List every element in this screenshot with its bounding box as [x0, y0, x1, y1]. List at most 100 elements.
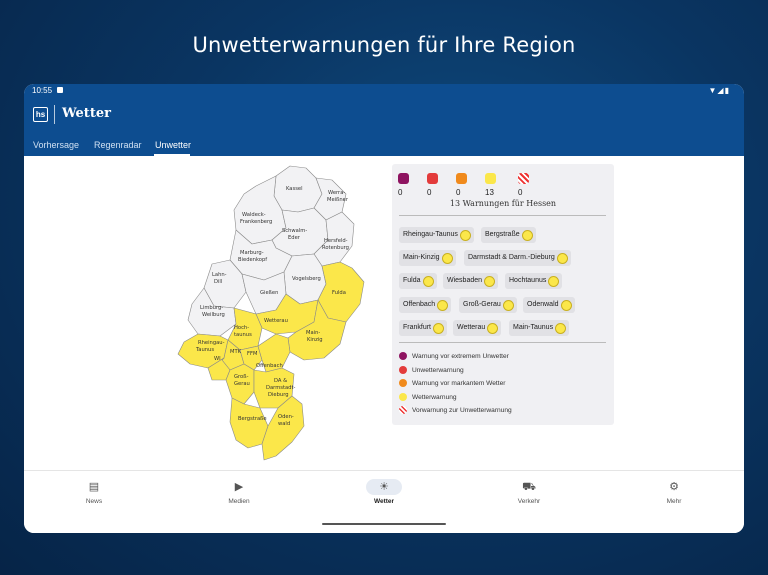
warning-dot-icon: [521, 230, 533, 241]
legend-label: Wetterwarnung: [412, 394, 457, 401]
tablet-screen: 10:55 ▼◢▮ hs Wetter Vorhersage Regenrada…: [24, 84, 744, 533]
warning-dot-icon: [441, 253, 453, 264]
legend-label: Warnung vor markantem Wetter: [412, 380, 506, 387]
warning-dot-icon: [487, 323, 499, 334]
label-gerau: Gerau: [234, 381, 250, 387]
label-dill: Dill: [214, 279, 222, 285]
nav-wetter-label: Wetter: [373, 498, 395, 505]
app-title: Wetter: [62, 106, 111, 121]
tab-unwetter[interactable]: Unwetter: [155, 140, 191, 150]
label-wetterau: Wetterau: [264, 318, 288, 324]
chip-main-taunus[interactable]: Main-Taunus: [509, 320, 570, 336]
chip-offenbach[interactable]: Offenbach: [399, 297, 452, 313]
label-ffm: FFM: [247, 351, 257, 357]
warning-dot-icon: [437, 300, 449, 311]
nav-medien-label: Medien: [228, 498, 250, 505]
legend-markant: Warnung vor markantem Wetter: [399, 379, 505, 389]
chip-wetterau[interactable]: Wetterau: [453, 320, 502, 336]
label-waldeck: Waldeck-: [242, 212, 266, 218]
chip-rheingau-taunus[interactable]: Rheingau-Taunus: [399, 227, 474, 243]
tab-regenradar[interactable]: Regenradar: [94, 140, 142, 150]
label-main: Main-: [306, 330, 320, 336]
count-wetter[interactable]: 13: [485, 172, 500, 197]
label-limburg: Limburg-: [200, 305, 223, 311]
label-giessen: Gießen: [260, 290, 278, 296]
label-hoch: Hoch-: [234, 325, 249, 331]
chip-label: Main-Kinzig: [403, 254, 440, 261]
legend-label: Vorwarnung zur Unwetterwarnung: [412, 407, 512, 414]
chip-fulda[interactable]: Fulda: [399, 273, 437, 289]
label-mtk: MTK: [230, 349, 242, 355]
label-eder: Eder: [288, 235, 301, 241]
label-da: DA &: [274, 378, 287, 384]
app-bar: hs Wetter Vorhersage Regenradar Unwetter: [24, 98, 744, 156]
warning-dot-icon: [556, 253, 568, 264]
chip-label: Wiesbaden: [447, 277, 483, 284]
count-vorwarnung[interactable]: 0: [518, 172, 533, 197]
notification-icon: [57, 87, 63, 93]
label-wi: WI: [214, 356, 221, 362]
chip-label: Hochtaunus: [509, 277, 547, 284]
hessen-warning-map[interactable]: Kassel Waldeck- Frankenberg Werra- Meißn…: [164, 164, 389, 469]
nav-news[interactable]: ▤ News: [54, 479, 134, 505]
nav-medien[interactable]: ▶ Medien: [199, 479, 279, 505]
chip-label: Odenwald: [527, 301, 559, 308]
label-bergstrasse: Bergstraße: [238, 416, 267, 422]
nav-verkehr[interactable]: ⛟ Verkehr: [489, 479, 569, 505]
tab-vorhersage[interactable]: Vorhersage: [33, 140, 79, 150]
legend-dot-icon: [399, 366, 407, 375]
nav-mehr[interactable]: ⚙ Mehr: [634, 479, 714, 505]
chip-label: Main-Taunus: [513, 324, 554, 331]
count-unwetter[interactable]: 0: [427, 172, 442, 197]
label-taunus: taunus: [234, 332, 252, 338]
count-unwetter-value: 0: [427, 188, 432, 197]
chip-main-kinzig[interactable]: Main-Kinzig: [399, 250, 456, 266]
label-lahn: Lahn-: [212, 272, 227, 278]
count-markant[interactable]: 0: [456, 172, 471, 197]
label-vogelsberg: Vogelsberg: [292, 276, 321, 282]
gesture-home-bar[interactable]: [322, 523, 446, 525]
tab-bar: Vorhersage Regenradar Unwetter: [24, 136, 744, 156]
warning-panel: 0 0 0 13 0 13 Warnungen für Hessen Rhein…: [392, 164, 614, 425]
chip-bergstrasse[interactable]: Bergstraße: [481, 227, 536, 243]
weather-icon: ☀: [366, 479, 402, 495]
label-rheingau-taunus: Taunus: [195, 347, 214, 353]
chip-label: Rheingau-Taunus: [403, 231, 458, 238]
nav-verkehr-label: Verkehr: [517, 498, 541, 505]
chip-wiesbaden[interactable]: Wiesbaden: [443, 273, 499, 289]
label-meissner: Meißner: [327, 197, 349, 203]
chip-label: Wetterau: [457, 324, 486, 331]
count-extreme-value: 0: [398, 188, 403, 197]
legend-hatch-icon: [399, 406, 407, 415]
label-werra: Werra-: [328, 190, 345, 196]
unwetter-swatch: [427, 173, 438, 185]
legend-dot-icon: [399, 379, 407, 388]
label-darmstadt: Darmstadt-: [266, 385, 296, 391]
chip-frankfurt[interactable]: Frankfurt: [399, 320, 448, 336]
chip-gross-gerau[interactable]: Groß-Gerau: [459, 297, 517, 313]
chip-darmstadt[interactable]: Darmstadt & Darm.-Dieburg: [464, 250, 571, 266]
nav-wetter[interactable]: ☀ Wetter: [344, 479, 424, 505]
warning-dot-icon: [502, 300, 514, 311]
count-extreme[interactable]: 0: [398, 172, 413, 197]
label-rotenburg: Rotenburg: [322, 245, 349, 251]
chip-hochtaunus[interactable]: Hochtaunus: [505, 273, 563, 289]
label-wald: wald: [278, 421, 290, 427]
promo-headline: Unwetterwarnungen für Ihre Region: [192, 33, 576, 57]
system-status-icons: ▼◢▮: [708, 86, 730, 95]
chip-odenwald[interactable]: Odenwald: [523, 297, 575, 313]
chip-label: Bergstraße: [485, 231, 520, 238]
traffic-icon: ⛟: [522, 481, 536, 493]
hs-logo-icon[interactable]: hs: [33, 107, 48, 122]
logo-divider: [54, 105, 55, 124]
warning-dot-icon: [433, 323, 445, 334]
extreme-swatch: [398, 173, 409, 185]
status-time: 10:55: [32, 86, 53, 95]
label-schwalm: Schwalm-: [282, 228, 307, 234]
label-weilburg: Weilburg: [202, 312, 225, 318]
label-biedenkopf: Biedenkopf: [238, 257, 267, 263]
legend-dot-icon: [399, 352, 407, 361]
count-wetter-value: 13: [485, 188, 494, 197]
legend-label: Unwetterwarnung: [412, 367, 464, 374]
label-gross: Groß-: [234, 374, 249, 380]
